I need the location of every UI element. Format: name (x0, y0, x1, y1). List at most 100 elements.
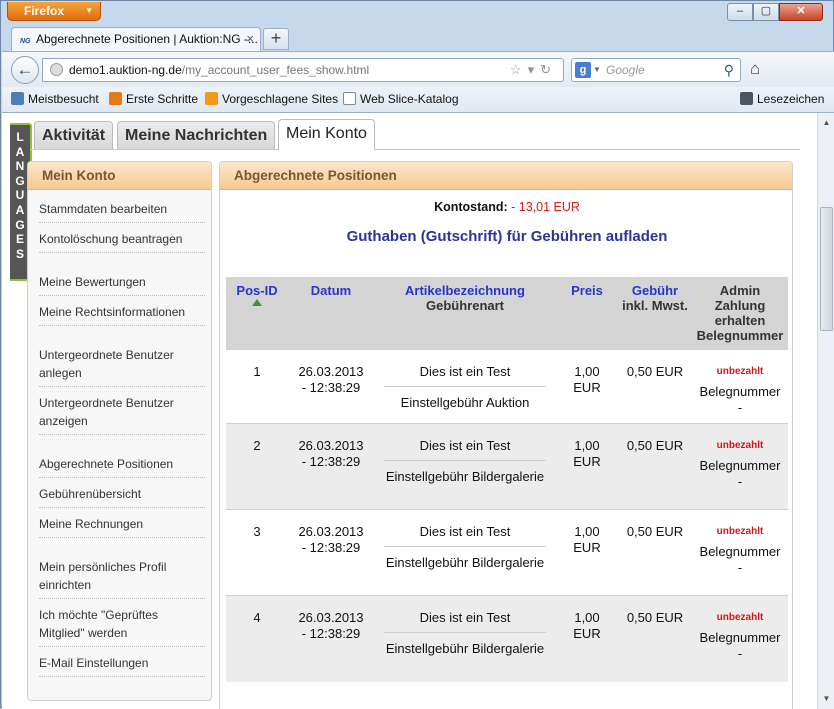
col-pos-id[interactable]: Pos-ID (226, 277, 288, 350)
tab-close-icon[interactable]: × (246, 28, 254, 50)
maximize-button[interactable]: ▢ (753, 3, 779, 21)
browser-window: Firefox ▼ – ▢ ✕ NG Abgerechnete Positionen… (0, 0, 834, 709)
search-engine-dropdown-icon[interactable]: ▼ (593, 59, 601, 81)
table-row: 1 26.03.2013- 12:38:29 Dies ist ein Test Ei… (226, 349, 788, 424)
sidebar-item-email-einstellungen[interactable]: E-Mail Einstellungen (39, 654, 205, 677)
table-row: 2 26.03.2013- 12:38:29 Dies ist ein Test Ei… (226, 423, 788, 510)
cell-preis: 1,00 EUR (556, 509, 618, 596)
status-badge: unbezahlt (716, 440, 764, 451)
suggested-sites-icon (205, 92, 218, 105)
cell-gebuehr: 0,50 EUR (618, 509, 692, 596)
cell-preis: 1,00 EUR (556, 349, 618, 424)
cell-datum: 26.03.2013- 12:38:29 (288, 423, 374, 510)
cell-pos-id: 2 (226, 423, 288, 510)
balance-value: - 13,01 EUR (511, 200, 580, 214)
balance-label: Kontostand: (434, 200, 508, 214)
table-header: Pos-ID Datum Artikelbezeichnung Gebührena… (226, 277, 788, 350)
col-artikel[interactable]: Artikelbezeichnung Gebührenart (374, 277, 556, 350)
search-input[interactable]: g ▼ Google ⚲ (571, 58, 741, 82)
item-title[interactable]: Dies ist ein Test (384, 438, 546, 461)
sidebar-title: Mein Konto (28, 162, 211, 190)
fee-type: Einstellgebühr Bildergalerie (385, 469, 545, 484)
scroll-up-icon[interactable]: ▲ (819, 115, 834, 131)
home-icon[interactable]: ⌂ (750, 59, 760, 79)
sidebar-item-rechnungen[interactable]: Meine Rechnungen (39, 515, 205, 538)
navigation-toolbar: ← demo1.auktion-ng.de/my_account_user_fe… (2, 51, 834, 87)
account-balance: Kontostand: - 13,01 EUR (220, 200, 792, 214)
sidebar-item-rechtsinformationen[interactable]: Meine Rechtsinformationen (39, 303, 205, 326)
tab-title: Abgerechnete Positionen | Auktion:NG -..… (36, 32, 258, 46)
tab-meine-nachrichten[interactable]: Meine Nachrichten (117, 121, 276, 149)
cell-pos-id: 1 (226, 349, 288, 424)
bookmark-star-icon[interactable]: ☆▾↻ (510, 59, 557, 81)
sidebar-item-gebuehrenuebersicht[interactable]: Gebührenübersicht (39, 485, 205, 508)
bookmarks-menu-button[interactable]: Lesezeichen (740, 92, 824, 106)
fee-type: Einstellgebühr Bildergalerie (385, 555, 545, 570)
scroll-down-icon[interactable]: ▼ (819, 691, 834, 707)
col-preis[interactable]: Preis (556, 277, 618, 350)
dropdown-arrow-icon: ▼ (85, 6, 93, 15)
vertical-scrollbar[interactable]: ▲ ▼ (817, 113, 834, 709)
minimize-button[interactable]: – (727, 3, 753, 21)
site-favicon-icon: NG (20, 38, 31, 45)
browser-tab[interactable]: NG Abgerechnete Positionen | Auktion:NG -… (11, 27, 261, 51)
cell-datum: 26.03.2013- 12:38:29 (288, 509, 374, 596)
cell-admin: unbezahlt Belegnummer - (692, 595, 788, 682)
sidebar-item-benutzer-anlegen[interactable]: Untergeordnete Benutzer anlegen (39, 346, 205, 387)
cell-preis: 1,00 EUR (556, 423, 618, 510)
cell-preis: 1,00 EUR (556, 595, 618, 682)
cell-datum: 26.03.2013- 12:38:29 (288, 595, 374, 682)
tab-mein-konto[interactable]: Mein Konto (278, 119, 375, 150)
bookmark-erste-schritte[interactable]: Erste Schritte (109, 92, 198, 106)
sidebar-panel: Mein Konto Stammdaten bearbeiten Kontolö… (27, 161, 212, 701)
fees-table: Pos-ID Datum Artikelbezeichnung Gebührena… (226, 277, 788, 682)
cell-gebuehr: 0,50 EUR (618, 423, 692, 510)
cell-gebuehr: 0,50 EUR (618, 349, 692, 424)
new-tab-button[interactable]: + (263, 28, 289, 50)
fee-type: Einstellgebühr Auktion (400, 395, 530, 410)
sidebar-item-bewertungen[interactable]: Meine Bewertungen (39, 273, 205, 296)
sidebar-item-abgerechnete-positionen[interactable]: Abgerechnete Positionen (39, 455, 205, 478)
col-datum[interactable]: Datum (288, 277, 374, 350)
sidebar-item-benutzer-anzeigen[interactable]: Untergeordnete Benutzer anzeigen (39, 394, 205, 435)
page-content: LANGUAGES Aktivität Meine Nachrichten Me… (2, 113, 834, 709)
bookmark-folder-icon (11, 92, 24, 105)
url-bar[interactable]: demo1.auktion-ng.de/my_account_user_fees… (42, 58, 564, 82)
cell-pos-id: 4 (226, 595, 288, 682)
bookmarks-star-icon (740, 92, 753, 105)
cell-artikel: Dies ist ein Test Einstellgebühr Bilderga… (374, 595, 556, 682)
item-title[interactable]: Dies ist ein Test (384, 524, 546, 547)
item-title[interactable]: Dies ist ein Test (384, 364, 546, 387)
url-host: demo1.auktion-ng.de (69, 63, 182, 77)
firefox-icon (109, 92, 122, 105)
sort-ascending-icon[interactable] (252, 299, 262, 306)
cell-artikel: Dies ist ein Test Einstellgebühr Auktion (374, 349, 556, 424)
firefox-menu-button[interactable]: Firefox ▼ (7, 2, 101, 21)
cell-admin: unbezahlt Belegnummer - (692, 349, 788, 424)
cell-datum: 26.03.2013- 12:38:29 (288, 349, 374, 424)
back-button[interactable]: ← (11, 56, 39, 84)
table-row: 4 26.03.2013- 12:38:29 Dies ist ein Test Ei… (226, 595, 788, 682)
page-title: Abgerechnete Positionen (220, 162, 792, 190)
bookmark-web-slice-katalog[interactable]: Web Slice-Katalog (343, 92, 459, 106)
sidebar-item-profil[interactable]: Mein persönliches Profil einrichten (39, 558, 205, 599)
col-gebuehr[interactable]: Gebühr inkl. Mwst. (618, 277, 692, 350)
close-button[interactable]: ✕ (779, 3, 823, 21)
tab-aktivitaet[interactable]: Aktivität (34, 121, 114, 149)
sidebar-item-kontoloeschung[interactable]: Kontolöschung beantragen (39, 230, 205, 253)
sidebar-item-gepruftes-mitglied[interactable]: Ich möchte "Geprüftes Mitglied" werden (39, 606, 205, 647)
search-icon[interactable]: ⚲ (724, 59, 734, 81)
bookmark-meistbesucht[interactable]: Meistbesucht (11, 92, 99, 106)
url-path: /my_account_user_fees_show.html (181, 63, 370, 77)
scroll-thumb[interactable] (820, 207, 833, 331)
cell-pos-id: 3 (226, 509, 288, 596)
cell-gebuehr: 0,50 EUR (618, 595, 692, 682)
cell-artikel: Dies ist ein Test Einstellgebühr Bilderga… (374, 509, 556, 596)
sidebar-item-stammdaten[interactable]: Stammdaten bearbeiten (39, 200, 205, 223)
topup-link[interactable]: Guthaben (Gutschrift) für Gebühren aufla… (220, 228, 792, 245)
table-row: 3 26.03.2013- 12:38:29 Dies ist ein Test Ei… (226, 509, 788, 596)
item-title[interactable]: Dies ist ein Test (384, 610, 546, 633)
bookmark-vorgeschlagene-sites[interactable]: Vorgeschlagene Sites (205, 92, 338, 106)
search-placeholder: Google (606, 63, 645, 77)
google-icon: g (575, 62, 591, 78)
